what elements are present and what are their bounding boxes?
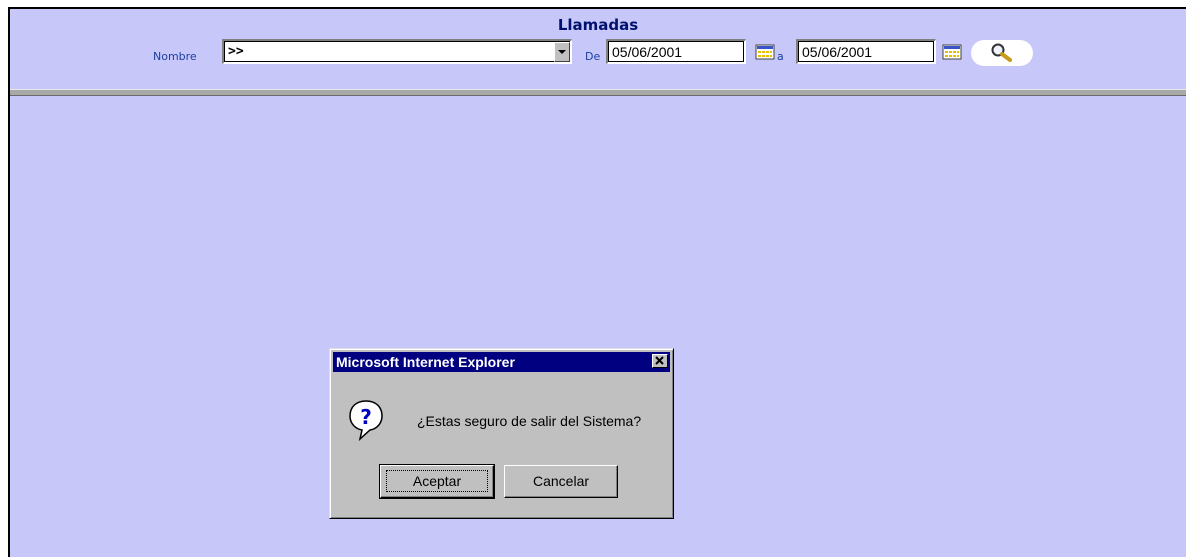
to-label: a xyxy=(777,50,784,63)
to-date-field[interactable]: 05/06/2001 xyxy=(796,39,936,64)
chevron-down-icon[interactable] xyxy=(554,42,570,62)
from-date-field[interactable]: 05/06/2001 xyxy=(606,39,746,64)
from-label: De xyxy=(585,50,601,63)
to-date-value: 05/06/2001 xyxy=(802,44,873,60)
filter-header: Llamadas Nombre >> De 05/06/2001 a 05/06… xyxy=(10,9,1186,89)
cancel-button-label: Cancelar xyxy=(532,473,590,489)
calendar-icon[interactable] xyxy=(755,44,775,60)
dialog-message: ¿Estas seguro de salir del Sistema? xyxy=(417,413,642,429)
accept-button-label: Aceptar xyxy=(385,470,489,492)
dialog-titlebar[interactable]: Microsoft Internet Explorer xyxy=(333,352,670,372)
name-label: Nombre xyxy=(153,50,197,63)
page-title: Llamadas xyxy=(557,16,639,34)
page-body: Llamadas Nombre >> De 05/06/2001 a 05/06… xyxy=(8,7,1186,557)
close-button[interactable] xyxy=(652,354,668,368)
confirm-dialog: Microsoft Internet Explorer ? ¿Estas seg… xyxy=(329,348,674,519)
header-divider xyxy=(10,89,1186,96)
cancel-button[interactable]: Cancelar xyxy=(504,465,618,498)
accept-button[interactable]: Aceptar xyxy=(379,464,495,499)
calendar-icon[interactable] xyxy=(942,44,962,60)
close-icon xyxy=(655,356,664,365)
magnifier-icon xyxy=(991,43,1012,62)
from-date-value: 05/06/2001 xyxy=(612,44,683,60)
name-select-value: >> xyxy=(228,44,244,59)
name-select[interactable]: >> xyxy=(222,39,572,64)
search-button[interactable] xyxy=(971,40,1033,66)
question-icon: ? xyxy=(349,400,383,441)
svg-text:?: ? xyxy=(360,405,372,429)
dialog-title: Microsoft Internet Explorer xyxy=(336,354,515,370)
